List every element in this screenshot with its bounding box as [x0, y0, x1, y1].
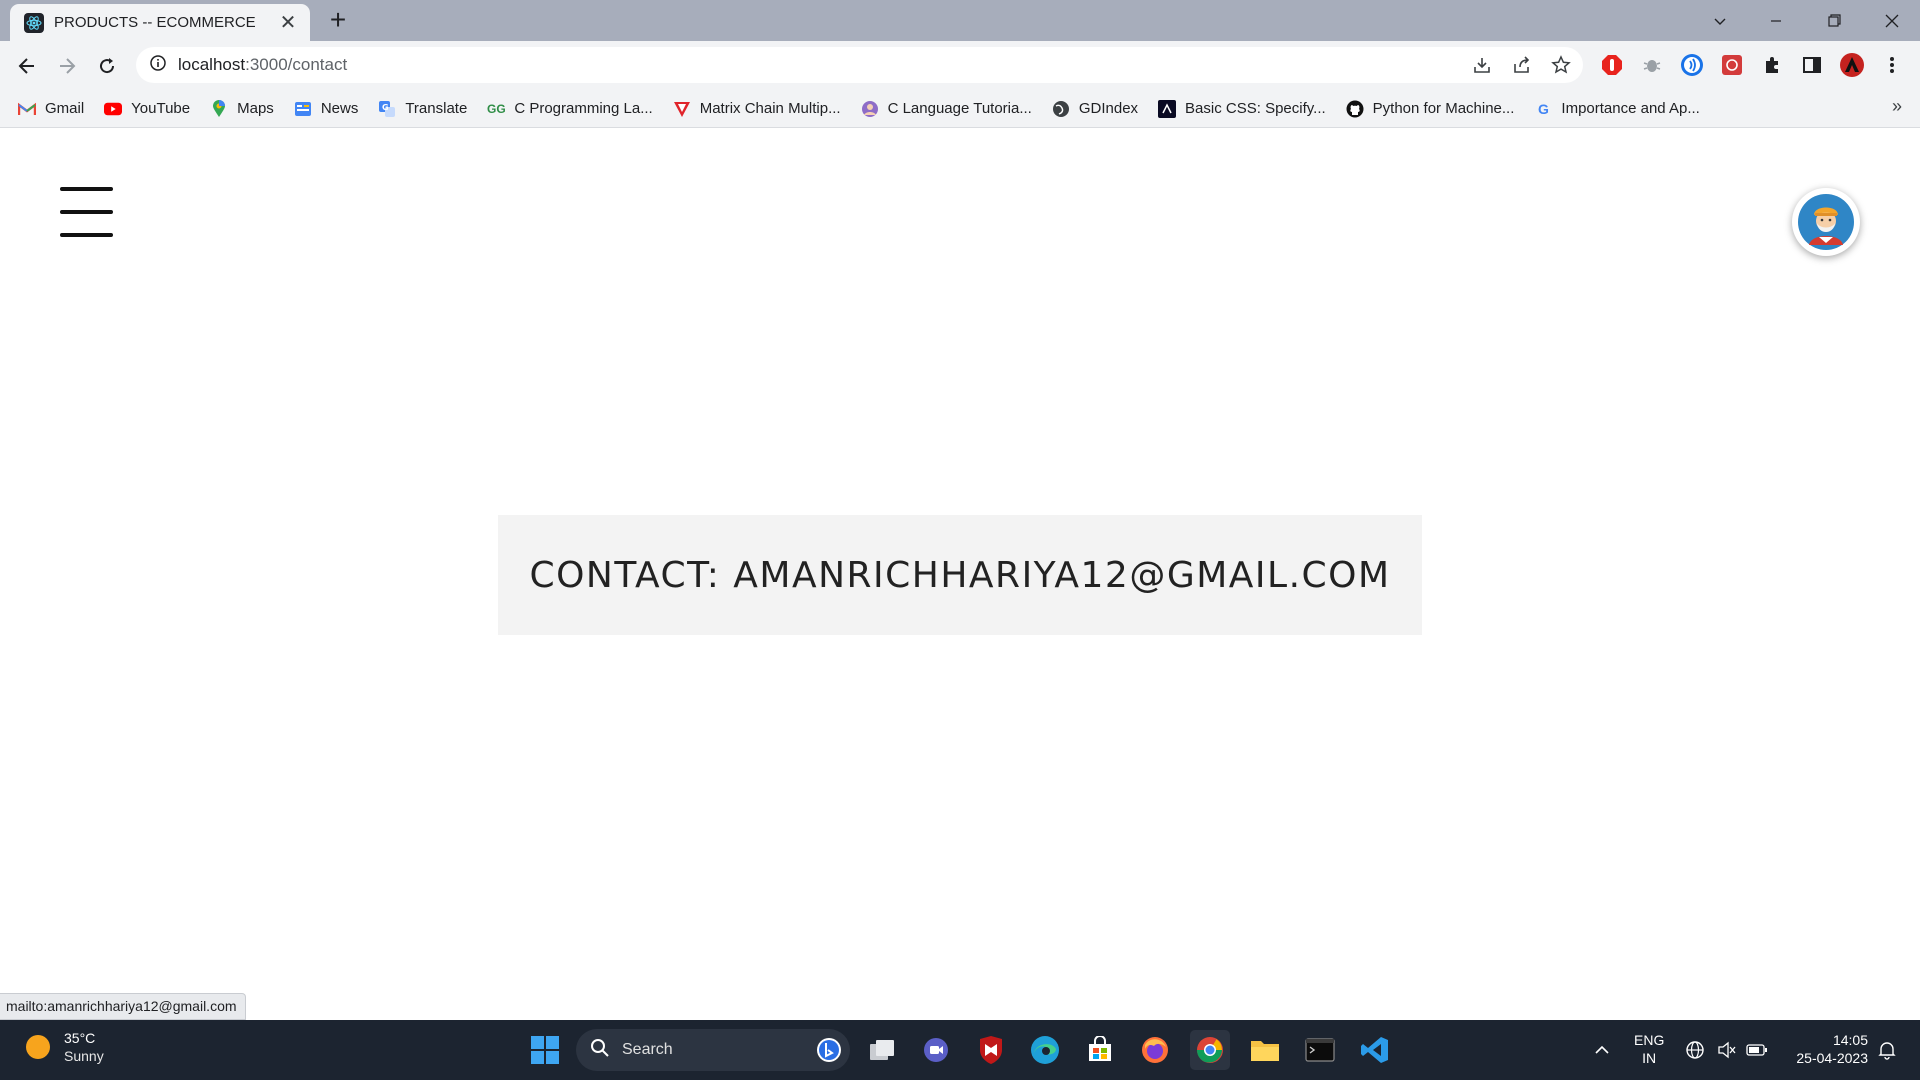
hamburger-menu-icon[interactable]: [60, 187, 113, 237]
bookmark-youtube[interactable]: YouTube: [104, 100, 190, 118]
reload-button[interactable]: [90, 49, 124, 83]
url-host: localhost: [178, 55, 246, 74]
contact-email-link[interactable]: CONTACT: AMANRICHHARIYA12@GMAIL.COM: [529, 555, 1390, 596]
bookmarks-bar: Gmail YouTube Maps News G Translate GG C…: [0, 90, 1920, 128]
vscode-icon[interactable]: [1355, 1030, 1395, 1070]
browser-tab-active[interactable]: PRODUCTS -- ECOMMERCE ✕: [10, 4, 310, 41]
gmail-icon: [18, 100, 36, 118]
bookmark-gdindex[interactable]: GDIndex: [1052, 100, 1138, 118]
bookmark-basic-css[interactable]: Basic CSS: Specify...: [1158, 99, 1326, 118]
taskbar-search-box[interactable]: Search: [576, 1029, 850, 1071]
bookmark-translate[interactable]: G Translate: [378, 100, 467, 118]
bookmark-importance[interactable]: G Importance and Ap...: [1534, 100, 1700, 118]
search-icon: [590, 1038, 610, 1063]
chrome-taskbar-icon[interactable]: [1190, 1030, 1230, 1070]
audio-extension-icon[interactable]: [1677, 50, 1707, 80]
teams-chat-icon[interactable]: [916, 1030, 956, 1070]
tab-close-icon[interactable]: ✕: [278, 13, 298, 33]
tab-title: PRODUCTS -- ECOMMERCE: [54, 14, 256, 31]
url-path: :3000/contact: [245, 55, 348, 74]
geeks-icon: GG: [486, 101, 506, 116]
bookmark-c-programming[interactable]: GG C Programming La...: [486, 100, 653, 118]
windows-start-icon[interactable]: [525, 1030, 565, 1070]
microsoft-store-icon[interactable]: [1080, 1030, 1120, 1070]
battery-icon[interactable]: [1740, 1030, 1774, 1070]
translate-icon: G: [378, 100, 396, 118]
tab-search-button[interactable]: [1692, 0, 1748, 41]
screenshot-extension-icon[interactable]: [1717, 50, 1747, 80]
weather-condition: Sunny: [64, 1048, 104, 1064]
forward-button[interactable]: [50, 49, 84, 83]
bing-icon: [816, 1037, 842, 1068]
minimize-button[interactable]: [1748, 0, 1804, 41]
language-indicator[interactable]: ENG IN: [1634, 1031, 1664, 1067]
tray-overflow-chevron-icon[interactable]: [1582, 1030, 1622, 1070]
sun-icon: [26, 1035, 50, 1059]
matrix-icon: [673, 100, 691, 118]
file-explorer-icon[interactable]: [1245, 1030, 1285, 1070]
page-content: CONTACT: AMANRICHHARIYA12@GMAIL.COM: [0, 129, 1920, 1020]
network-globe-icon[interactable]: [1678, 1030, 1712, 1070]
browser-menu-icon[interactable]: [1877, 50, 1907, 80]
bug-extension-icon[interactable]: [1637, 50, 1667, 80]
user-profile-avatar[interactable]: [1792, 188, 1860, 256]
edge-icon[interactable]: [1025, 1030, 1065, 1070]
restore-button[interactable]: [1806, 0, 1862, 41]
bookmark-gmail[interactable]: Gmail: [18, 100, 84, 118]
browser-toolbar: localhost:3000/contact: [0, 41, 1920, 90]
react-favicon-icon: [24, 12, 44, 33]
volume-muted-icon[interactable]: [1710, 1030, 1744, 1070]
terminal-icon[interactable]: [1300, 1030, 1340, 1070]
link-status-bar: mailto:amanrichhariya12@gmail.com: [0, 993, 246, 1020]
back-button[interactable]: [10, 49, 44, 83]
close-window-button[interactable]: [1864, 0, 1920, 41]
weather-temperature: 35°C: [64, 1030, 96, 1046]
site-info-icon[interactable]: [150, 54, 166, 76]
bookmark-c-language[interactable]: C Language Tutoria...: [861, 100, 1032, 118]
system-clock[interactable]: 14:05 25-04-2023: [1780, 1031, 1868, 1067]
clock-date: 25-04-2023: [1796, 1050, 1868, 1066]
url-text: localhost:3000/contact: [178, 55, 347, 75]
search-label: Search: [622, 1041, 673, 1058]
side-panel-icon[interactable]: [1797, 50, 1827, 80]
new-tab-button[interactable]: +: [323, 6, 353, 36]
firefox-icon[interactable]: [1135, 1030, 1175, 1070]
contact-card: CONTACT: AMANRICHHARIYA12@GMAIL.COM: [498, 515, 1422, 635]
weather-widget[interactable]: 35°C Sunny: [26, 1029, 104, 1065]
bookmark-maps[interactable]: Maps: [210, 99, 274, 118]
share-icon[interactable]: [1507, 50, 1537, 80]
google-icon: G: [1537, 100, 1549, 117]
notification-bell-icon[interactable]: [1870, 1030, 1904, 1070]
mcafee-icon[interactable]: [971, 1030, 1011, 1070]
bookmark-news[interactable]: News: [294, 100, 358, 118]
person-icon: [861, 100, 879, 118]
adblock-extension-icon[interactable]: [1597, 50, 1627, 80]
extensions-puzzle-icon[interactable]: [1757, 50, 1787, 80]
task-view-icon[interactable]: [862, 1030, 902, 1070]
bookmarks-overflow-icon[interactable]: »: [1892, 96, 1902, 117]
youtube-icon: [104, 100, 123, 118]
fcc-icon: [1158, 99, 1177, 118]
clock-time: 14:05: [1832, 1032, 1868, 1048]
globe-icon: [1052, 100, 1070, 118]
profile-avatar-icon[interactable]: [1837, 50, 1867, 80]
news-icon: [294, 100, 312, 118]
bookmark-star-icon[interactable]: [1546, 50, 1576, 80]
browser-tab-strip: PRODUCTS -- ECOMMERCE ✕ +: [0, 0, 1920, 41]
install-app-icon[interactable]: [1467, 50, 1497, 80]
bookmark-matrix-chain[interactable]: Matrix Chain Multip...: [673, 100, 841, 118]
maps-icon: [210, 99, 228, 118]
avatar-icon: [1798, 194, 1854, 250]
windows-taskbar: 35°C Sunny Search ENG IN 14:05 25-04-202…: [0, 1020, 1920, 1080]
svg-text:G: G: [382, 103, 389, 112]
github-icon: [1346, 100, 1364, 118]
address-bar[interactable]: localhost:3000/contact: [136, 47, 1583, 83]
bookmark-python-ml[interactable]: Python for Machine...: [1346, 100, 1514, 118]
